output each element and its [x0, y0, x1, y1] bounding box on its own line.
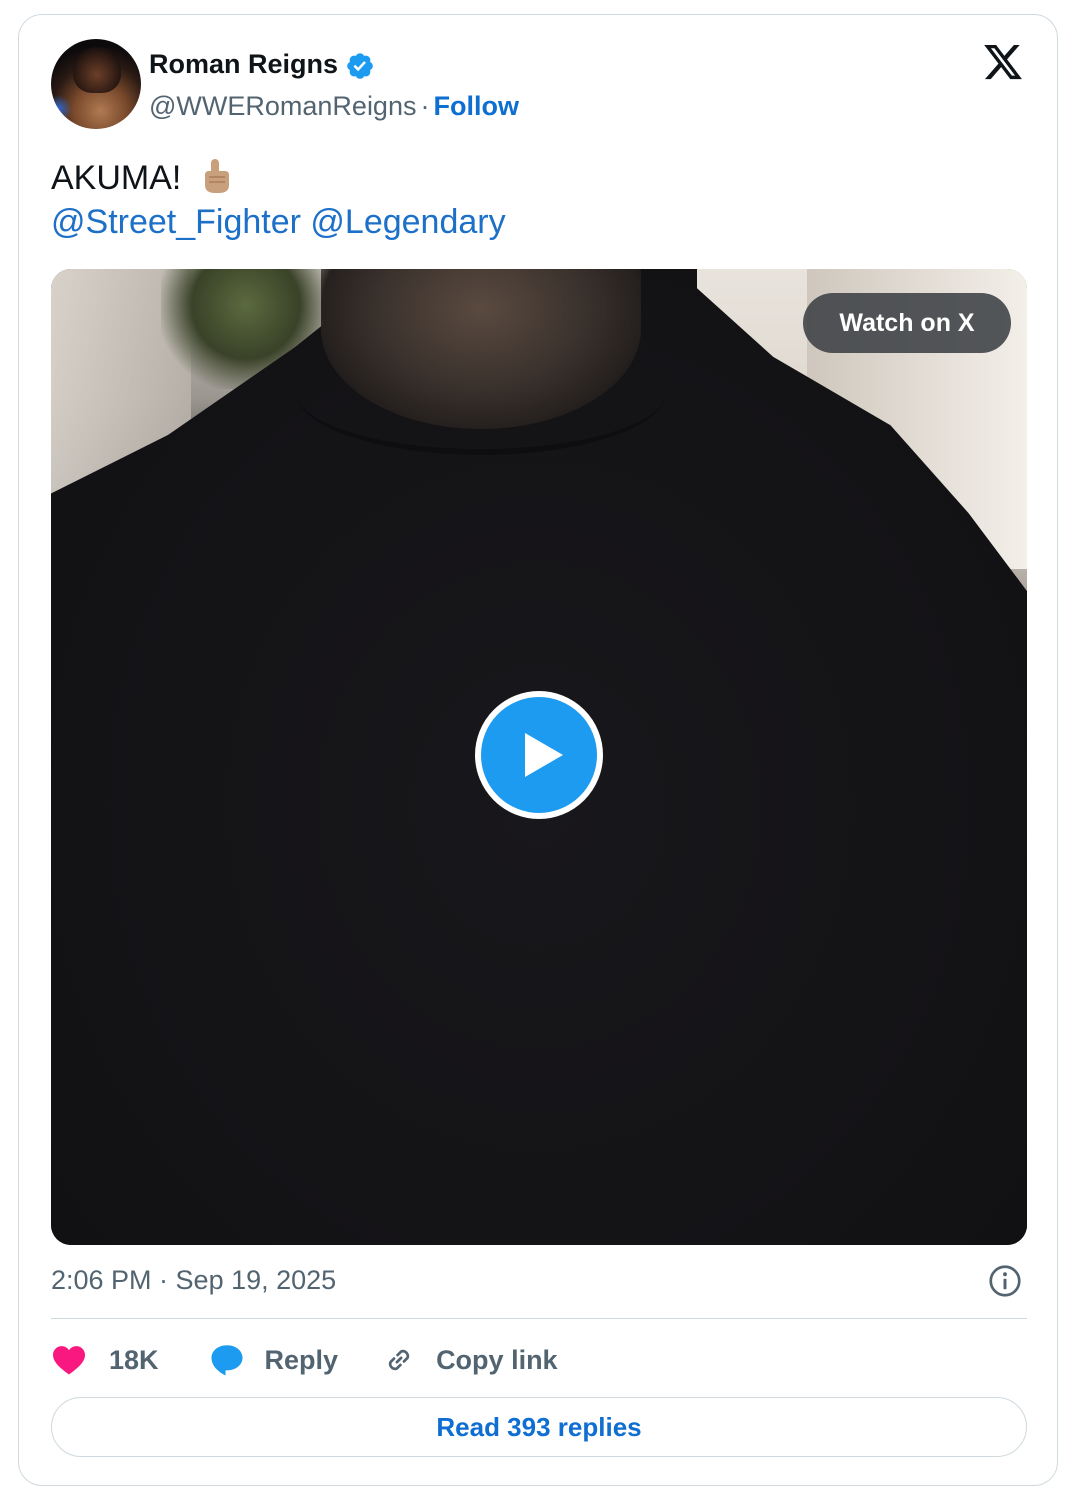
- video-frame-collar: [296, 329, 666, 455]
- mention-link[interactable]: @Legendary: [310, 203, 505, 241]
- author-handle[interactable]: @WWERomanReigns: [149, 91, 416, 121]
- verified-badge-icon: [347, 53, 373, 79]
- x-logo-icon[interactable]: [981, 41, 1025, 83]
- watch-on-x-button[interactable]: Watch on X: [803, 293, 1011, 353]
- handle-row: @WWERomanReigns · Follow: [149, 91, 519, 122]
- mentions-line: @Street_Fighter @Legendary: [51, 203, 506, 242]
- handle-separator: ·: [420, 91, 430, 121]
- tweet-actions: 18K Reply Copy link: [51, 1337, 558, 1383]
- copy-link-label: Copy link: [436, 1344, 558, 1375]
- info-icon[interactable]: [987, 1263, 1023, 1299]
- copy-link-button[interactable]: Copy link: [382, 1343, 558, 1377]
- link-icon: [388, 1349, 410, 1371]
- avatar-glow: [51, 94, 71, 124]
- heart-icon: [53, 1346, 85, 1375]
- tweet-text: AKUMA!: [51, 159, 182, 197]
- tweet-timestamp[interactable]: 2:06 PM · Sep 19, 2025: [51, 1265, 336, 1296]
- tweet-text-line: AKUMA!: [51, 157, 235, 198]
- like-count: 18K: [109, 1344, 159, 1375]
- reply-label: Reply: [264, 1344, 339, 1375]
- mention-link[interactable]: @Street_Fighter: [51, 203, 301, 241]
- avatar-hair: [73, 47, 121, 93]
- pointing-up-emoji-icon: [205, 159, 230, 193]
- play-button[interactable]: [475, 691, 603, 819]
- tweet-card: Roman Reigns @WWERomanReigns · Follow AKUM…: [18, 14, 1058, 1486]
- reply-bubble-icon: [211, 1345, 243, 1376]
- reply-button[interactable]: Reply: [209, 1343, 339, 1377]
- play-icon: [525, 733, 563, 777]
- divider: [51, 1318, 1027, 1319]
- follow-button[interactable]: Follow: [433, 91, 518, 121]
- avatar[interactable]: [51, 39, 141, 129]
- like-button[interactable]: 18K: [51, 1344, 159, 1376]
- read-replies-button[interactable]: Read 393 replies: [51, 1397, 1027, 1457]
- video-media[interactable]: Watch on X: [51, 269, 1027, 1245]
- author-name[interactable]: Roman Reigns: [149, 49, 338, 80]
